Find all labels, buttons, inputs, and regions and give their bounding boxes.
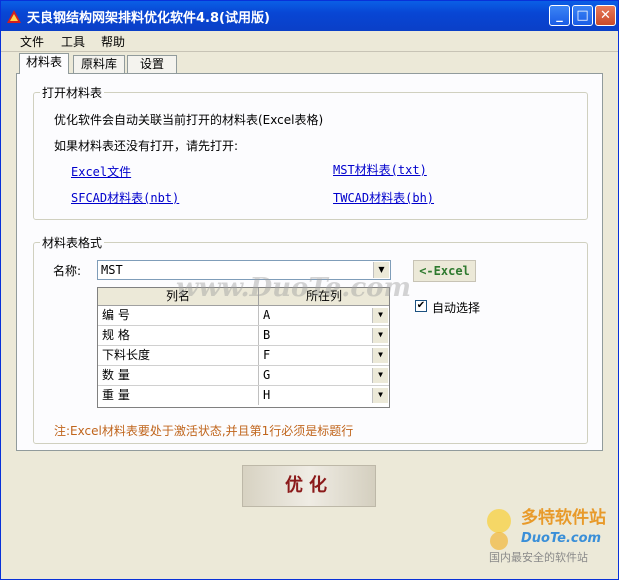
row-name-cell: 重 量 <box>98 386 259 405</box>
row-name-cell: 下料长度 <box>98 346 259 365</box>
watermark-text: www.DuoTe.com <box>176 273 412 303</box>
maximize-button[interactable]: □ <box>572 5 593 26</box>
chevron-down-icon[interactable]: ▼ <box>372 368 388 383</box>
row-column-select[interactable]: A ▼ <box>259 306 389 325</box>
close-button[interactable]: ✕ <box>595 5 616 26</box>
row-column-select[interactable]: B ▼ <box>259 326 389 345</box>
window-title: 天良钢结构网架排料优化软件4.8(试用版) <box>27 11 270 26</box>
column-map-grid: 列名 所在列 编 号 A ▼ 规 格 B ▼ 下料长度 F ▼ 数 量 G ▼ 重 量 … <box>97 287 390 408</box>
auto-select-label: 自动选择 <box>432 301 481 315</box>
title-bar[interactable]: 天良钢结构网架排料优化软件4.8(试用版) _ □ ✕ <box>1 1 618 31</box>
from-excel-button[interactable]: <-Excel <box>413 260 476 282</box>
open-group-title: 打开材料表 <box>40 84 105 101</box>
format-group-title: 材料表格式 <box>40 234 105 251</box>
table-row: 重 量 H ▼ <box>98 386 389 406</box>
twcad-bh-link[interactable]: TWCAD材料表(bh) <box>333 189 434 206</box>
row-column-select[interactable]: G ▼ <box>259 366 389 385</box>
table-row: 数 量 G ▼ <box>98 366 389 386</box>
chevron-down-icon[interactable]: ▼ <box>372 348 388 363</box>
row-column-select[interactable]: F ▼ <box>259 346 389 365</box>
mst-txt-link[interactable]: MST材料表(txt) <box>333 161 427 178</box>
tab-material-list[interactable]: 材料表 <box>19 53 69 74</box>
optimize-button[interactable]: 优化 <box>242 465 376 507</box>
open-hint-text: 如果材料表还没有打开，请先打开: <box>54 139 239 153</box>
menu-tools[interactable]: 工具 <box>61 33 85 50</box>
tab-raw-stock[interactable]: 原料库 <box>73 55 125 73</box>
row-column-select[interactable]: H ▼ <box>259 386 389 405</box>
chevron-down-icon[interactable]: ▼ <box>372 388 388 403</box>
excel-file-link[interactable]: Excel文件 <box>71 163 131 180</box>
table-row: 编 号 A ▼ <box>98 306 389 326</box>
menu-help[interactable]: 帮助 <box>101 33 125 50</box>
sfcad-nbt-link[interactable]: SFCAD材料表(nbt) <box>71 189 179 206</box>
format-name-value: MST <box>101 263 123 277</box>
logo-slogan-text: 国内最安全的软件站 <box>489 550 588 564</box>
duote-logo: 多特软件站 DuoTe.com 国内最安全的软件站 <box>487 507 606 564</box>
row-name-cell: 规 格 <box>98 326 259 345</box>
table-row: 规 格 B ▼ <box>98 326 389 346</box>
menu-file[interactable]: 文件 <box>20 33 44 50</box>
main-window: 天良钢结构网架排料优化软件4.8(试用版) _ □ ✕ 文件 工具 帮助 材料表… <box>0 0 619 580</box>
logo-url-text: DuoTe.com <box>521 531 601 546</box>
format-note: 注:Excel材料表要处于激活状态,并且第1行必须是标题行 <box>54 424 354 438</box>
app-logo-icon <box>7 10 21 23</box>
chevron-down-icon[interactable]: ▼ <box>372 328 388 343</box>
row-column-value: A <box>263 308 271 322</box>
open-info-text: 优化软件会自动关联当前打开的材料表(Excel表格) <box>54 113 324 127</box>
open-material-group: 打开材料表 优化软件会自动关联当前打开的材料表(Excel表格) 如果材料表还没… <box>33 84 588 220</box>
minimize-button[interactable]: _ <box>549 5 570 26</box>
row-column-value: H <box>263 388 271 402</box>
row-name-cell: 数 量 <box>98 366 259 385</box>
chevron-down-icon[interactable]: ▼ <box>372 308 388 323</box>
row-column-value: F <box>263 348 271 362</box>
row-column-value: G <box>263 368 271 382</box>
row-column-value: B <box>263 328 271 342</box>
name-label: 名称: <box>53 264 82 278</box>
row-name-cell: 编 号 <box>98 306 259 325</box>
tab-settings[interactable]: 设置 <box>127 55 177 73</box>
menu-bar: 文件 工具 帮助 <box>1 31 618 52</box>
auto-select-checkbox[interactable]: ✔ <box>415 300 427 312</box>
table-row: 下料长度 F ▼ <box>98 346 389 366</box>
logo-main-text: 多特软件站 <box>521 507 606 528</box>
